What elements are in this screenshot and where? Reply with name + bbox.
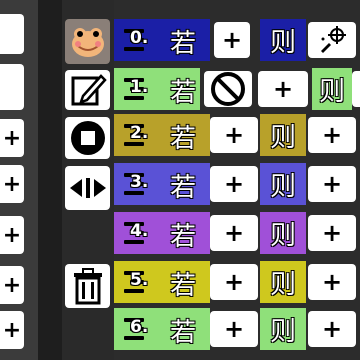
then-block-1[interactable]: 则 xyxy=(312,68,352,110)
add-condition-button-3[interactable]: + xyxy=(210,166,258,202)
trash-icon[interactable] xyxy=(65,264,110,308)
if-label: 若 xyxy=(170,124,197,154)
then-block-3[interactable]: 则 xyxy=(260,163,306,205)
left-column: + + + + + xyxy=(0,0,38,360)
resize-horizontal-icon[interactable] xyxy=(65,166,110,210)
add-action-button-1[interactable] xyxy=(352,71,360,107)
then-block-0[interactable]: 则 xyxy=(260,19,306,61)
edit-icon[interactable] xyxy=(65,70,110,110)
index-label: 0. xyxy=(130,28,149,48)
if-block-5[interactable]: 5. 若 xyxy=(114,261,210,303)
rule-row-1: 1. 若 + 则 xyxy=(114,68,360,110)
add-condition-button-6[interactable]: + xyxy=(210,311,258,347)
add-condition-button-5[interactable]: + xyxy=(210,264,258,300)
add-condition-button-4[interactable]: + xyxy=(210,215,258,251)
then-block-6[interactable]: 则 xyxy=(260,308,306,350)
stop-icon[interactable] xyxy=(65,117,110,159)
then-block-4[interactable]: 则 xyxy=(260,212,306,254)
add-action-button-3[interactable]: + xyxy=(308,166,356,202)
index-label: 3. xyxy=(130,172,149,192)
if-label: 若 xyxy=(170,271,197,301)
if-label: 若 xyxy=(170,29,197,59)
left-blank-button-0[interactable] xyxy=(0,14,24,54)
then-block-5[interactable]: 则 xyxy=(260,261,306,303)
index-label: 1. xyxy=(130,77,149,97)
if-label: 若 xyxy=(170,318,197,348)
add-action-button-2[interactable]: + xyxy=(308,117,356,153)
left-add-button-0[interactable]: + xyxy=(0,119,24,157)
rule-row-3: 3. 若 + 则 + xyxy=(114,163,360,205)
if-label: 若 xyxy=(170,78,197,108)
rule-row-4: 4. 若 + 则 + xyxy=(114,212,360,254)
left-add-button-4[interactable]: + xyxy=(0,311,24,349)
index-label: 5. xyxy=(130,270,149,290)
if-block-4[interactable]: 4. 若 xyxy=(114,212,210,254)
rule-row-2: 2. 若 + 则 + xyxy=(114,114,360,156)
index-label: 2. xyxy=(130,123,149,143)
index-label: 6. xyxy=(130,317,149,337)
add-condition-button-1[interactable]: + xyxy=(258,71,308,107)
left-add-button-3[interactable]: + xyxy=(0,266,24,304)
if-block-6[interactable]: 6. 若 xyxy=(114,308,210,350)
left-blank-button-1[interactable] xyxy=(0,64,24,110)
if-block-3[interactable]: 3. 若 xyxy=(114,163,210,205)
prohibit-icon[interactable] xyxy=(204,71,252,107)
add-condition-button-2[interactable]: + xyxy=(210,117,258,153)
if-block-2[interactable]: 2. 若 xyxy=(114,114,210,156)
add-action-button-6[interactable]: + xyxy=(308,311,356,347)
add-action-button-4[interactable]: + xyxy=(308,215,356,251)
rule-row-0: 0. 若 + 则 xyxy=(114,19,360,61)
rule-row-6: 6. 若 + 则 + xyxy=(114,308,360,350)
add-condition-button-0[interactable]: + xyxy=(214,22,250,58)
sparkle-target-icon[interactable] xyxy=(308,22,356,58)
if-block-0[interactable]: 0. 若 xyxy=(114,19,210,61)
left-add-button-1[interactable]: + xyxy=(0,165,24,203)
index-label: 4. xyxy=(130,221,149,241)
if-block-1[interactable]: 1. 若 xyxy=(114,68,200,110)
if-label: 若 xyxy=(170,222,197,252)
then-block-2[interactable]: 则 xyxy=(260,114,306,156)
left-add-button-2[interactable]: + xyxy=(0,216,24,254)
frog-avatar-icon[interactable] xyxy=(65,19,110,64)
add-action-button-5[interactable]: + xyxy=(308,264,356,300)
if-label: 若 xyxy=(170,173,197,203)
rule-row-5: 5. 若 + 则 + xyxy=(114,261,360,303)
divider-strip xyxy=(38,0,62,360)
